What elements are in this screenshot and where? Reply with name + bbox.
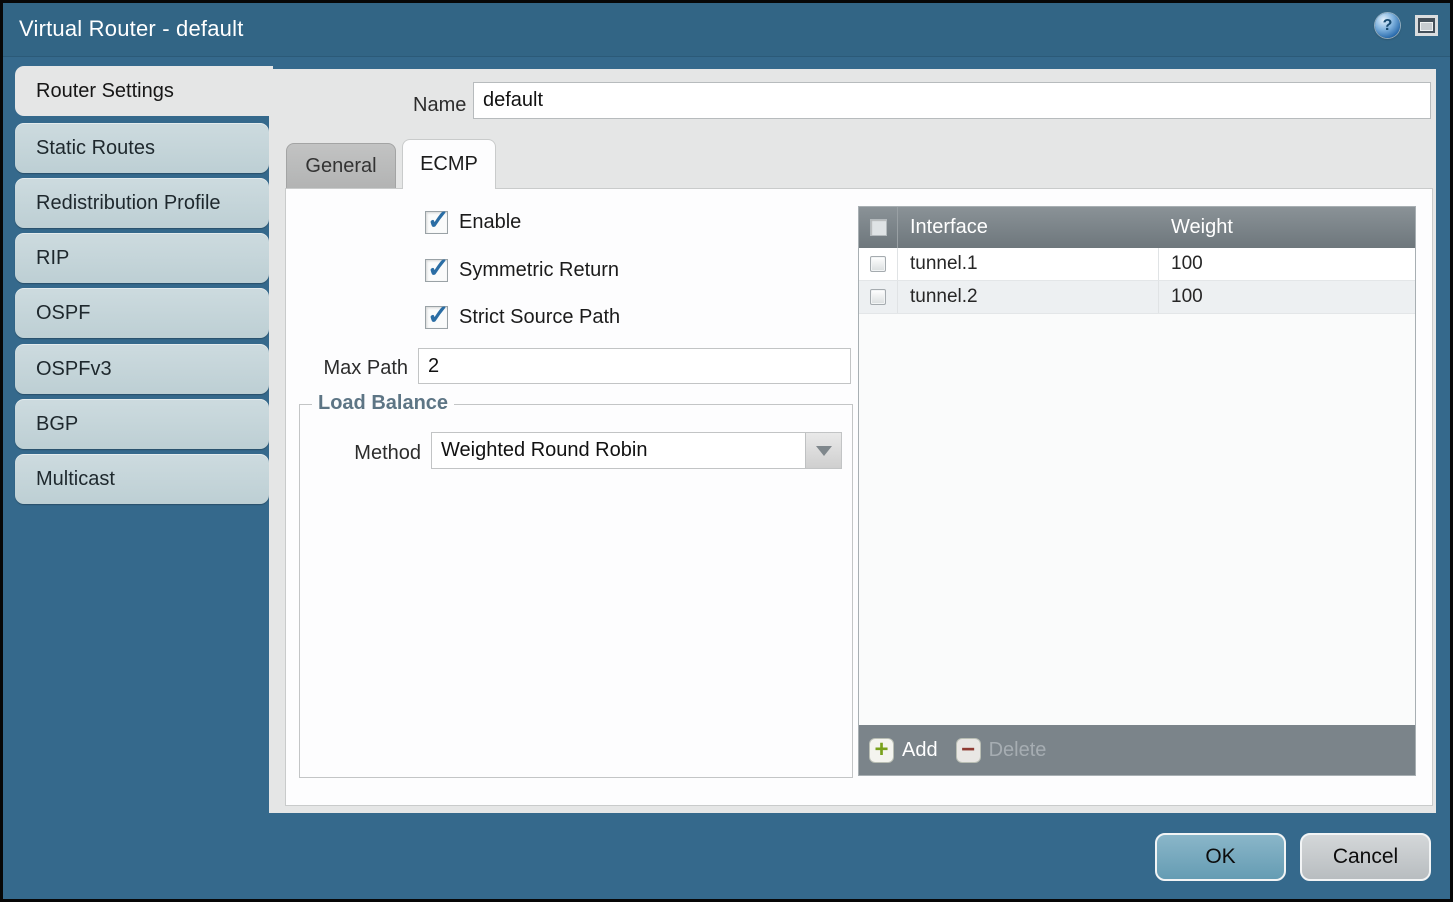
sidebar-item-ospfv3[interactable]: OSPFv3 <box>15 344 269 394</box>
table-footer: + Add − Delete <box>859 725 1415 775</box>
sidebar-item-label: OSPFv3 <box>36 358 112 381</box>
symmetric-return-checkbox[interactable] <box>425 259 448 282</box>
load-balance-legend: Load Balance <box>312 392 454 415</box>
ok-button[interactable]: OK <box>1155 833 1286 881</box>
add-button-label: Add <box>902 739 938 762</box>
strict-source-path-row: Strict Source Path <box>425 306 620 329</box>
tab-ecmp[interactable]: ECMP <box>402 139 496 189</box>
help-icon[interactable]: ? <box>1375 13 1400 38</box>
sidebar-item-label: OSPF <box>36 302 90 325</box>
interface-table: Interface Weight tunnel.1 100 tunnel.2 1… <box>858 206 1416 776</box>
delete-button[interactable]: − Delete <box>956 738 1047 763</box>
max-path-label: Max Path <box>286 357 408 380</box>
table-header: Interface Weight <box>859 207 1415 248</box>
chevron-down-icon[interactable] <box>805 433 841 468</box>
tab-label: ECMP <box>420 153 478 176</box>
sidebar-item-static-routes[interactable]: Static Routes <box>15 123 269 173</box>
cell-weight: 100 <box>1159 286 1415 308</box>
sidebar-item-bgp[interactable]: BGP <box>15 399 269 449</box>
titlebar-icons: ? <box>1375 13 1438 38</box>
sidebar-item-rip[interactable]: RIP <box>15 233 269 283</box>
sidebar-item-label: Router Settings <box>36 80 174 103</box>
name-label: Name <box>413 94 466 117</box>
add-button[interactable]: + Add <box>869 738 938 763</box>
method-selected-value: Weighted Round Robin <box>432 439 805 462</box>
load-balance-fieldset: Load Balance Method Weighted Round Robin <box>299 404 853 778</box>
cancel-button[interactable]: Cancel <box>1300 833 1431 881</box>
method-label: Method <box>300 442 421 465</box>
strict-source-path-label: Strict Source Path <box>459 306 620 329</box>
row-check-cell <box>859 281 898 313</box>
table-row[interactable]: tunnel.1 100 <box>859 248 1415 281</box>
enable-label: Enable <box>459 211 521 234</box>
ecmp-tab-panel: Enable Symmetric Return Strict Source Pa… <box>285 188 1433 806</box>
cell-weight: 100 <box>1159 253 1415 275</box>
sidebar-item-redistribution-profile[interactable]: Redistribution Profile <box>15 178 269 228</box>
cell-interface: tunnel.1 <box>898 248 1159 280</box>
tab-general[interactable]: General <box>286 143 396 189</box>
strict-source-path-checkbox[interactable] <box>425 306 448 329</box>
cell-interface: tunnel.2 <box>898 281 1159 313</box>
delete-button-label: Delete <box>989 739 1047 762</box>
sidebar-item-ospf[interactable]: OSPF <box>15 288 269 338</box>
enable-row: Enable <box>425 211 521 234</box>
window-restore-icon[interactable] <box>1415 15 1438 36</box>
symmetric-return-row: Symmetric Return <box>425 259 619 282</box>
dialog-title: Virtual Router - default <box>19 16 244 42</box>
sidebar-item-router-settings[interactable]: Router Settings <box>15 66 273 116</box>
table-row[interactable]: tunnel.2 100 <box>859 281 1415 314</box>
header-check-cell <box>859 207 898 248</box>
ok-button-label: OK <box>1205 845 1235 869</box>
name-input[interactable] <box>473 82 1431 119</box>
sidebar-item-label: RIP <box>36 247 69 270</box>
select-all-checkbox[interactable] <box>870 219 887 236</box>
virtual-router-dialog: Virtual Router - default ? Router Settin… <box>0 0 1453 902</box>
cancel-button-label: Cancel <box>1333 845 1398 869</box>
sidebar-item-multicast[interactable]: Multicast <box>15 454 269 504</box>
column-header-weight[interactable]: Weight <box>1159 216 1415 239</box>
sidebar-item-label: Multicast <box>36 468 115 491</box>
row-checkbox[interactable] <box>870 256 886 272</box>
enable-checkbox[interactable] <box>425 211 448 234</box>
sidebar-item-label: Redistribution Profile <box>36 192 221 215</box>
column-header-interface[interactable]: Interface <box>898 216 1159 239</box>
symmetric-return-label: Symmetric Return <box>459 259 619 282</box>
sidebar-item-label: Static Routes <box>36 137 155 160</box>
tab-label: General <box>305 155 376 178</box>
max-path-input[interactable] <box>418 348 851 384</box>
row-check-cell <box>859 248 898 280</box>
minus-icon: − <box>956 738 981 763</box>
sidebar-item-label: BGP <box>36 413 78 436</box>
content-panel: Name General ECMP Enable Symmetric Retur… <box>269 69 1436 813</box>
title-bar: Virtual Router - default ? <box>3 3 1450 57</box>
row-checkbox[interactable] <box>870 289 886 305</box>
method-dropdown[interactable]: Weighted Round Robin <box>431 432 842 469</box>
plus-icon: + <box>869 738 894 763</box>
